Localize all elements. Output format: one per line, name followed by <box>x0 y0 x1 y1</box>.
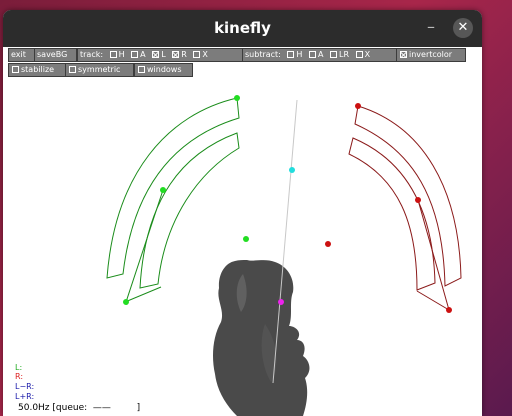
track-x-label: X <box>202 50 208 59</box>
track-h-toggle[interactable]: H <box>109 50 128 59</box>
right-wing-edge-point[interactable] <box>415 197 421 203</box>
track-r-checkbox[interactable] <box>172 51 180 58</box>
subtract-lr-label: LR <box>339 50 350 59</box>
subtract-h-label: H <box>296 50 303 59</box>
subtract-x-checkbox[interactable] <box>355 51 363 58</box>
windows-checkbox[interactable] <box>138 66 145 73</box>
track-r-toggle[interactable]: R <box>171 50 190 59</box>
track-h-label: H <box>118 50 125 59</box>
subtract-a-toggle[interactable]: A <box>308 50 326 59</box>
kinefly-window: kinefly – ✕ exit saveBG track: H A L R X… <box>3 10 482 416</box>
track-l-checkbox[interactable] <box>152 51 160 58</box>
frame-rate: 50.0Hz <box>18 403 50 413</box>
subtract-label: subtract: <box>245 50 281 59</box>
abdomen-axis-point[interactable] <box>278 299 284 305</box>
status-line: 50.0Hz [queue: —— ] <box>18 403 140 413</box>
track-r-label: R <box>181 50 187 59</box>
subtract-x-label: X <box>364 50 371 59</box>
symmetric-label: symmetric <box>78 65 121 74</box>
save-bg-label: saveBG <box>37 50 68 59</box>
subtract-x-toggle[interactable]: X <box>355 50 373 59</box>
invertcolor-checkbox[interactable] <box>400 51 407 58</box>
stabilize-checkbox[interactable] <box>12 66 19 73</box>
head-axis-point[interactable] <box>289 167 295 173</box>
toolbar-row-2: stabilize symmetric windows <box>8 63 478 77</box>
track-x-checkbox[interactable] <box>193 51 201 58</box>
left-wing-edge-line <box>125 189 164 303</box>
right-hinge-point[interactable] <box>325 241 331 247</box>
right-wing-region[interactable] <box>348 105 462 311</box>
track-h-checkbox[interactable] <box>109 51 117 58</box>
right-wing-bottom-handle[interactable] <box>446 307 452 313</box>
windows-toggle[interactable]: windows <box>134 63 193 77</box>
subtract-lr-toggle[interactable]: LR <box>329 50 352 59</box>
queue-indicator: [queue: —— ] <box>52 403 141 413</box>
left-wing-bottom-handle[interactable] <box>123 299 129 305</box>
left-wing-edge-point[interactable] <box>160 187 166 193</box>
legend-right: R: <box>15 372 24 381</box>
track-l-label: L <box>161 50 166 59</box>
subtract-a-label: A <box>317 50 324 59</box>
legend-l-minus-r: L−R: <box>15 382 35 391</box>
symmetric-checkbox[interactable] <box>69 66 76 73</box>
subtract-lr-checkbox[interactable] <box>330 51 338 58</box>
tracking-group: track: H A L R X <box>77 48 244 62</box>
legend-left: L: <box>15 363 23 372</box>
stabilize-toggle[interactable]: stabilize <box>8 63 66 77</box>
track-l-toggle[interactable]: L <box>151 50 168 59</box>
subtract-a-checkbox[interactable] <box>308 51 316 58</box>
right-wing-top-handle[interactable] <box>355 103 361 109</box>
invertcolor-toggle[interactable]: invertcolor <box>396 48 466 62</box>
right-wing-edge-line <box>417 199 450 311</box>
left-hinge-point[interactable] <box>243 236 249 242</box>
stabilize-label: stabilize <box>21 65 55 74</box>
fly-silhouette <box>213 260 310 416</box>
subtract-h-toggle[interactable]: H <box>286 50 305 59</box>
close-icon[interactable]: ✕ <box>453 18 473 38</box>
left-wing-top-handle[interactable] <box>234 95 240 101</box>
window-title: kinefly <box>214 19 271 37</box>
title-bar[interactable]: kinefly – ✕ <box>3 10 482 47</box>
toolbar-row-1: exit saveBG track: H A L R X subtract: H… <box>8 48 478 62</box>
tracking-label: track: <box>80 50 104 59</box>
track-a-label: A <box>140 50 146 59</box>
camera-view[interactable] <box>3 78 482 416</box>
invertcolor-label: invertcolor <box>409 50 453 59</box>
track-a-checkbox[interactable] <box>131 51 139 58</box>
track-x-toggle[interactable]: X <box>192 50 210 59</box>
exit-label: exit <box>11 50 26 59</box>
symmetric-toggle[interactable]: symmetric <box>65 63 134 77</box>
legend-l-plus-r: L+R: <box>15 392 35 401</box>
windows-label: windows <box>147 65 182 74</box>
subtract-group: subtract: H A LR X <box>242 48 397 62</box>
exit-button[interactable]: exit <box>8 48 35 62</box>
left-wing-region[interactable] <box>106 97 240 303</box>
subtract-h-checkbox[interactable] <box>287 51 295 58</box>
minimize-icon[interactable]: – <box>421 16 441 38</box>
track-a-toggle[interactable]: A <box>130 50 148 59</box>
save-bg-button[interactable]: saveBG <box>34 48 77 62</box>
